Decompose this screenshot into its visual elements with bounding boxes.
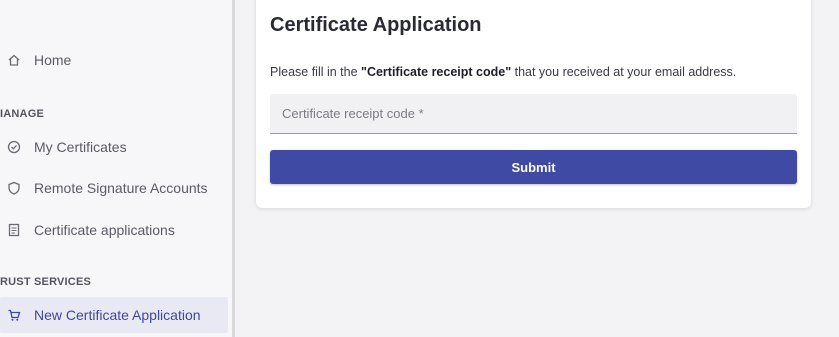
sidebar-divider xyxy=(232,0,235,337)
check-circle-icon xyxy=(6,139,22,155)
instruction-prefix: Please fill in the xyxy=(270,65,362,79)
sidebar-item-label: Remote Signature Accounts xyxy=(34,180,208,196)
sidebar-item-my-certificates[interactable]: My Certificates xyxy=(0,129,228,165)
sidebar-item-label: New Certificate Application xyxy=(34,307,201,323)
sidebar-item-label: Home xyxy=(34,52,72,68)
sidebar-item-new-certificate-application[interactable]: New Certificate Application xyxy=(0,297,228,333)
cart-icon xyxy=(6,307,22,323)
receipt-code-field xyxy=(270,94,797,134)
instruction-bold: "Certificate receipt code" xyxy=(361,65,512,79)
certificate-application-card: Certificate Application Please fill in t… xyxy=(256,0,811,208)
receipt-code-input[interactable] xyxy=(270,94,797,133)
sidebar-item-label: My Certificates xyxy=(34,139,127,155)
section-label-trust-services: RUST SERVICES xyxy=(0,276,92,288)
submit-button[interactable]: Submit xyxy=(270,150,797,184)
page-title: Certificate Application xyxy=(270,14,482,36)
instruction-text: Please fill in the "Certificate receipt … xyxy=(270,65,736,79)
document-icon xyxy=(6,222,22,238)
sidebar-item-label: Certificate applications xyxy=(34,222,175,238)
sidebar: Home IANAGE My Certificates Remote Signa… xyxy=(0,0,232,337)
section-label-manage: IANAGE xyxy=(0,108,44,120)
sidebar-item-remote-signature-accounts[interactable]: Remote Signature Accounts xyxy=(0,170,228,206)
sidebar-item-certificate-applications[interactable]: Certificate applications xyxy=(0,212,228,248)
instruction-suffix: that you received at your email address. xyxy=(511,65,737,79)
home-icon xyxy=(6,52,22,68)
shield-icon xyxy=(6,180,22,196)
sidebar-item-home[interactable]: Home xyxy=(0,42,228,78)
